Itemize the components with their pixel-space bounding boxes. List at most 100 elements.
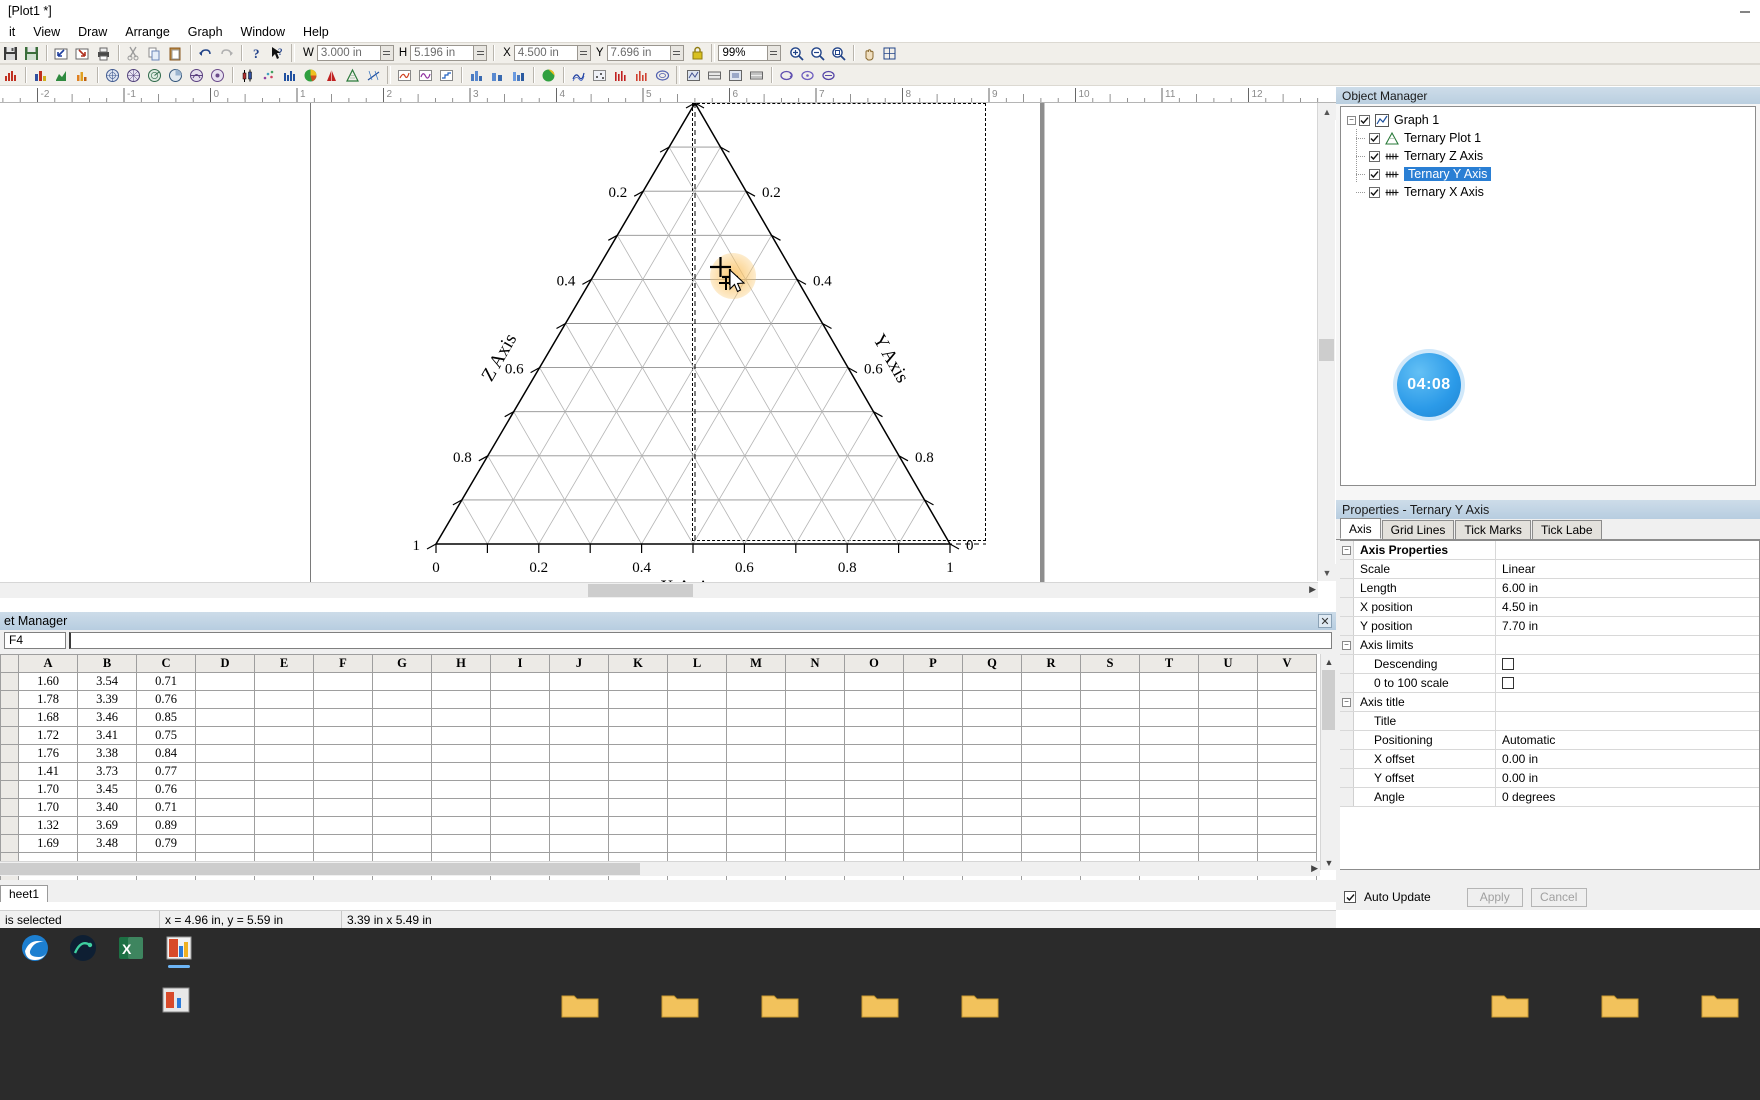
property-value-cell[interactable] [1496,693,1759,711]
property-row[interactable]: Descending [1340,655,1759,674]
row-header[interactable] [0,726,19,745]
visibility-checkbox[interactable] [1369,168,1380,180]
table-cell[interactable] [726,816,786,835]
cell-name-box[interactable]: F4 [4,631,66,649]
table-cell[interactable] [549,816,609,835]
table-cell[interactable] [608,726,668,745]
table-cell[interactable] [1080,726,1140,745]
table-cell[interactable] [372,780,432,799]
table-cell[interactable] [313,816,373,835]
table-cell[interactable] [608,798,668,817]
table-cell[interactable] [372,690,432,709]
table-cell[interactable]: 0.84 [136,744,196,763]
column-header-N[interactable]: N [785,654,845,673]
width-field[interactable]: 3.000 in [316,45,381,61]
excel-icon[interactable]: X [114,931,148,965]
histogram-icon[interactable] [1,66,20,85]
table-cell[interactable] [903,762,963,781]
table-cell[interactable] [549,798,609,817]
table-cell[interactable] [1257,744,1317,763]
table-cell[interactable]: 3.40 [77,798,137,817]
folder-icon[interactable] [1490,990,1530,1020]
table-cell[interactable] [549,744,609,763]
save-as-icon[interactable] [22,44,41,63]
map-4-icon[interactable] [747,66,766,85]
table-cell[interactable] [785,708,845,727]
table-cell[interactable] [1021,780,1081,799]
scroll-up-icon[interactable]: ▲ [1318,103,1336,120]
menu-item-draw[interactable]: Draw [69,24,116,40]
folder-icon[interactable] [560,990,600,1020]
column-header-F[interactable]: F [313,654,373,673]
ternary-icon[interactable] [343,66,362,85]
properties-grid[interactable]: − Axis Properties Scale Linear Length 6.… [1340,540,1760,870]
column-header-P[interactable]: P [903,654,963,673]
table-row[interactable]: 1.41 3.73 0.77 [0,762,1317,781]
table-cell[interactable] [962,780,1022,799]
collapse-icon[interactable]: − [1342,545,1351,555]
table-cell[interactable] [1257,816,1317,835]
apply-button[interactable]: Apply [1466,887,1523,907]
scroll-right-icon[interactable]: ▶ [1309,584,1316,595]
cut-icon[interactable] [124,44,143,63]
map-3-icon[interactable] [726,66,745,85]
table-cell[interactable] [254,726,314,745]
table-cell[interactable] [785,834,845,853]
pan-icon[interactable] [859,44,878,63]
table-cell[interactable] [1198,798,1258,817]
scroll-down-icon[interactable]: ▼ [1321,855,1337,870]
table-cell[interactable] [726,762,786,781]
table-row[interactable]: 1.70 3.45 0.76 [0,780,1317,799]
data-table[interactable]: ABCDEFGHIJKLMNOPQRSTUV 1.60 3.54 0.71 1.78 3… [0,654,1317,886]
taskbar-dock-item-icon[interactable] [160,986,200,1016]
cancel-button[interactable]: Cancel [1530,887,1587,907]
table-cell[interactable]: 3.41 [77,726,137,745]
table-cell[interactable] [962,816,1022,835]
width-spinner[interactable] [380,45,394,61]
table-cell[interactable] [1139,834,1199,853]
property-value-cell[interactable]: Automatic [1496,731,1759,749]
context-help-icon[interactable]: ? [268,44,287,63]
table-cell[interactable] [667,690,727,709]
polar-1-icon[interactable] [103,66,122,85]
table-cell[interactable] [313,672,373,691]
table-cell[interactable] [726,690,786,709]
table-cell[interactable] [1257,780,1317,799]
tree-item-ternary-y-axis[interactable]: Ternary Y Axis [1347,165,1755,183]
table-cell[interactable] [962,834,1022,853]
table-cell[interactable] [785,762,845,781]
table-cell[interactable]: 1.41 [18,762,78,781]
table-cell[interactable] [1080,690,1140,709]
table-cell[interactable] [1080,708,1140,727]
column-header-S[interactable]: S [1080,654,1140,673]
table-cell[interactable] [431,690,491,709]
table-cell[interactable] [962,672,1022,691]
table-cell[interactable]: 1.60 [18,672,78,691]
table-cell[interactable]: 3.48 [77,834,137,853]
map-1-icon[interactable] [684,66,703,85]
table-cell[interactable] [608,834,668,853]
table-cell[interactable] [313,780,373,799]
table-cell[interactable]: 1.70 [18,780,78,799]
table-row[interactable]: 1.60 3.54 0.71 [0,672,1317,691]
table-row[interactable]: 1.68 3.46 0.85 [0,708,1317,727]
table-cell[interactable] [431,834,491,853]
table-cell[interactable] [962,726,1022,745]
table-cell[interactable] [608,780,668,799]
table-cell[interactable] [903,834,963,853]
table-cell[interactable]: 0.76 [136,690,196,709]
row-header[interactable] [0,816,19,835]
column-chart-icon[interactable] [73,66,92,85]
undo-icon[interactable] [196,44,215,63]
column-header-U[interactable]: U [1198,654,1258,673]
table-cell[interactable] [903,816,963,835]
table-cell[interactable] [195,780,255,799]
table-cell[interactable] [844,708,904,727]
column-header-I[interactable]: I [490,654,550,673]
table-cell[interactable] [962,798,1022,817]
x-field[interactable]: 4.500 in [513,45,578,61]
height-spinner[interactable] [474,45,488,61]
table-cell[interactable] [1198,672,1258,691]
table-cell[interactable] [549,672,609,691]
table-cell[interactable] [844,726,904,745]
